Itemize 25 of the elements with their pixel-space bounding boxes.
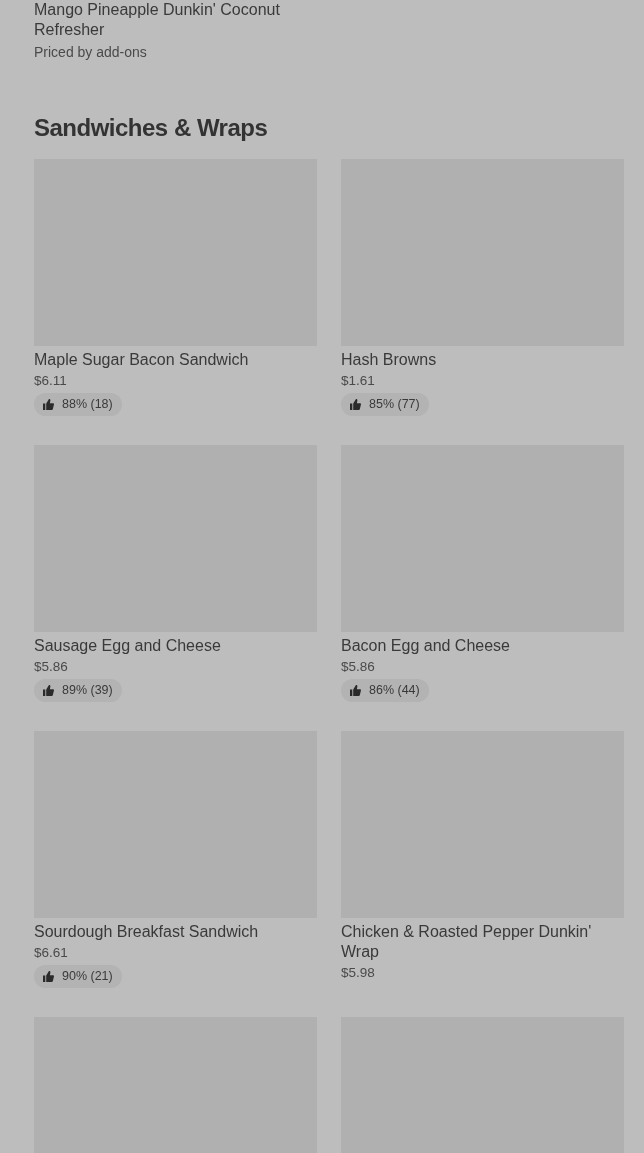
item-price: $6.61 (34, 944, 69, 962)
rating-text: 88% (18) (62, 396, 113, 413)
item-name: Hash Browns (341, 350, 438, 370)
item-name: Sourdough Breakfast Sandwich (34, 922, 260, 942)
section-heading: Sandwiches & Wraps (34, 113, 269, 143)
item-price: $5.98 (341, 964, 376, 982)
item-price: Priced by add-ons (34, 43, 148, 62)
thumbs-up-icon (350, 685, 361, 696)
rating-text: 85% (77) (369, 396, 420, 413)
thumbs-up-icon (43, 971, 54, 982)
item-name: Maple Sugar Bacon Sandwich (34, 350, 250, 370)
rating-text: 90% (21) (62, 968, 113, 985)
item-name: Mango Pineapple Dunkin' Coconut Refresher (34, 0, 281, 40)
thumbs-up-icon (350, 399, 361, 410)
item-price: $5.86 (341, 658, 376, 676)
thumbs-up-icon (43, 399, 54, 410)
item-name: Chicken & Roasted Pepper Dunkin' Wrap (341, 922, 593, 962)
item-price: $6.11 (34, 372, 68, 390)
item-price: $1.61 (341, 372, 376, 390)
thumbs-up-icon (43, 685, 54, 696)
rating-text: 89% (39) (62, 682, 113, 699)
item-price: $5.86 (34, 658, 69, 676)
item-name: Sausage Egg and Cheese (34, 636, 222, 656)
item-name: Bacon Egg and Cheese (341, 636, 511, 656)
rating-text: 86% (44) (369, 682, 420, 699)
